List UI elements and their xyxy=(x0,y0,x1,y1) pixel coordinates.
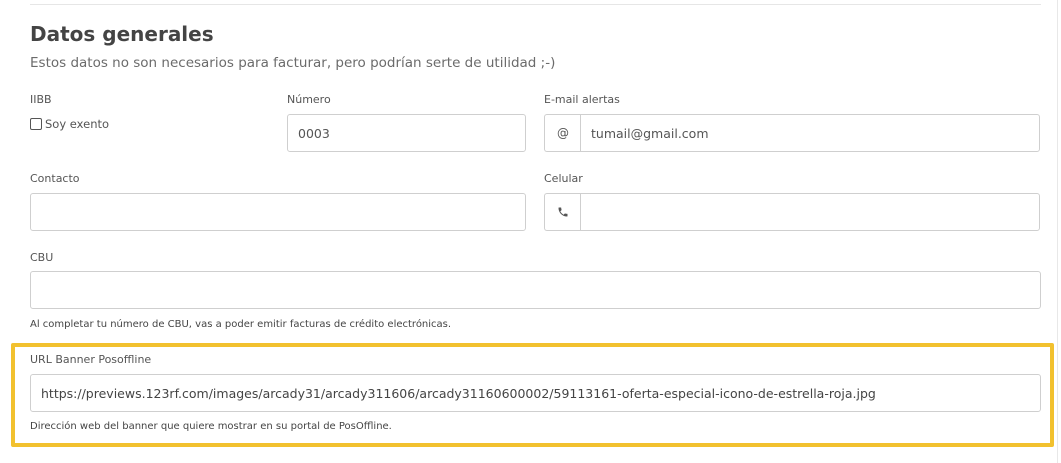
numero-label: Número xyxy=(287,93,331,106)
banner-url-input[interactable] xyxy=(30,374,1041,412)
panel-edge xyxy=(1057,0,1058,463)
checkbox-label: Soy exento xyxy=(45,117,110,131)
checkbox-box[interactable] xyxy=(30,118,42,130)
at-sign-icon: @ xyxy=(544,114,581,152)
banner-url-label: URL Banner Posoffline xyxy=(30,353,152,366)
section-title: Datos generales xyxy=(30,22,214,46)
cbu-label: CBU xyxy=(30,251,54,264)
contacto-label: Contacto xyxy=(30,172,80,185)
iibb-label: IIBB xyxy=(30,93,52,106)
section-divider xyxy=(30,4,1041,5)
phone-icon-glyph xyxy=(558,207,568,217)
email-label: E-mail alertas xyxy=(544,93,620,106)
numero-input[interactable] xyxy=(287,114,526,152)
section-subtitle: Estos datos no son necesarios para factu… xyxy=(30,55,556,71)
celular-label: Celular xyxy=(544,172,583,185)
cbu-help-text: Al completar tu número de CBU, vas a pod… xyxy=(30,319,452,330)
iibb-exento-checkbox[interactable]: Soy exento xyxy=(30,117,109,131)
celular-input[interactable] xyxy=(580,193,1040,231)
banner-help-text: Dirección web del banner que quiere most… xyxy=(30,421,392,432)
email-input[interactable] xyxy=(580,114,1040,152)
cbu-input[interactable] xyxy=(30,271,1041,309)
contacto-input[interactable] xyxy=(30,193,526,231)
phone-icon xyxy=(544,193,581,231)
